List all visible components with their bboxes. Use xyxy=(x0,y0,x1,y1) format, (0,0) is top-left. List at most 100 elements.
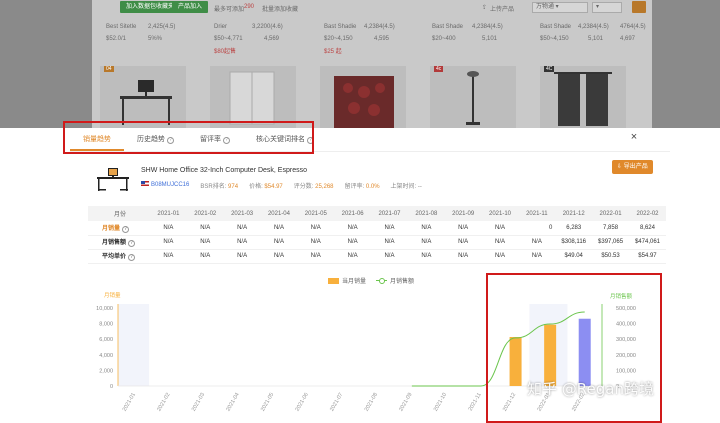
right-axis-title: 月销售额 xyxy=(610,292,633,300)
upload-icon: ⇪ xyxy=(482,5,488,11)
x-tick-label: 2021-06 xyxy=(295,392,310,412)
column-header: 2021-12 xyxy=(555,206,593,221)
help-icon: ? xyxy=(223,137,230,144)
table-row: 月销量? N/A N/A N/A N/A N/A N/A N/A N/A N/A N/A 0 6,283… xyxy=(88,221,666,236)
product-image-curtain[interactable] xyxy=(540,66,626,128)
tile-price: $25 起 xyxy=(324,49,342,55)
table-cell: $474,061 xyxy=(628,235,666,250)
table-cell: N/A xyxy=(334,235,372,250)
x-tick-label: 2021-03 xyxy=(191,392,206,412)
column-header: 2021-05 xyxy=(297,206,335,221)
table-cell: N/A xyxy=(297,221,335,236)
tile-sub: $50~4,771 xyxy=(214,36,243,42)
product-image-cabinet[interactable] xyxy=(210,66,296,128)
tab-keyword-ranking[interactable]: 核心关键词排名? xyxy=(243,131,327,151)
table-cell: N/A xyxy=(407,235,445,250)
background-orange-button[interactable] xyxy=(632,1,646,13)
meta-rating-count: 评分数: 25,268 xyxy=(293,184,334,190)
row-label: 月销量? xyxy=(88,221,150,236)
table-cell: N/A xyxy=(407,249,445,264)
table-cell: N/A xyxy=(444,249,482,264)
right-tick-label: 200,000 xyxy=(616,353,636,359)
tab-sales-trend[interactable]: 销量趋势 xyxy=(70,131,124,151)
tile-rating: 4,697 xyxy=(620,36,636,42)
meta-bsr: BSR排名: 974 xyxy=(200,184,239,190)
meta-label: 评分数 xyxy=(293,184,312,190)
product-image-roses[interactable] xyxy=(320,66,406,128)
tab-review-rate[interactable]: 留评率? xyxy=(187,131,243,151)
tile-name: Drier xyxy=(214,24,227,30)
meta-label: 价格 xyxy=(249,184,262,190)
left-tick-label: 6,000 xyxy=(99,337,113,343)
column-header: 2021-02 xyxy=(186,206,224,221)
column-header: 2021-08 xyxy=(407,206,445,221)
left-tick-label: 2,000 xyxy=(99,368,113,374)
add-product-button[interactable]: 产品加入 xyxy=(172,1,209,13)
right-tick-label: 400,000 xyxy=(616,322,636,328)
upload-label[interactable]: 上传产品 xyxy=(490,4,514,13)
tab-history-trend[interactable]: 历史趋势? xyxy=(124,131,187,151)
tab-label: 核心关键词排名 xyxy=(256,136,305,143)
meta-value: $54.97 xyxy=(264,184,283,190)
tile-name: Bast Shade xyxy=(432,24,464,30)
meta-value: 25,268 xyxy=(315,184,334,190)
meta-price: 价格: $54.97 xyxy=(249,184,283,190)
left-tick-label: 4,000 xyxy=(99,353,113,359)
right-tick-label: 500,000 xyxy=(616,306,636,312)
product-image-lamp[interactable] xyxy=(430,66,516,128)
background-select[interactable]: 万物通 ▾ xyxy=(532,2,588,13)
table-cell: N/A xyxy=(481,249,519,264)
tile-price: $80起售 xyxy=(214,49,237,55)
add-to-favorites-button[interactable]: 加入数据包收藏夹 xyxy=(120,1,181,13)
tile-name: Bast Shadie xyxy=(324,24,357,30)
tile-rating: 4,595 xyxy=(374,36,390,42)
table-cell: N/A xyxy=(371,235,408,250)
table-cell: N/A xyxy=(481,221,519,236)
tile-name: Bast Shade xyxy=(540,24,572,30)
x-tick-label: 2021-12 xyxy=(502,392,517,412)
bar xyxy=(509,336,522,386)
asin[interactable]: B08MUJCC16 xyxy=(141,181,189,190)
column-header: 2021-01 xyxy=(150,206,187,221)
table-cell: $54.97 xyxy=(628,249,666,264)
table-cell: N/A xyxy=(444,221,482,236)
background-select-2[interactable]: ▾ xyxy=(592,2,622,13)
bar xyxy=(544,324,557,386)
column-header: 2021-03 xyxy=(223,206,261,221)
x-tick-label: 2021-09 xyxy=(398,392,413,412)
close-icon[interactable]: × xyxy=(628,131,640,143)
tile-name: Best Sitetle xyxy=(106,24,137,30)
product-image-desk[interactable] xyxy=(100,66,186,128)
product-thumbnail xyxy=(96,164,130,192)
meta-label: 留评率 xyxy=(344,184,363,190)
sales-table: 月份 2021-01 2021-02 2021-03 2021-04 2021-05 20… xyxy=(88,206,666,264)
row-label: 平均单价? xyxy=(88,249,150,264)
row-label-text: 月销量 xyxy=(102,225,121,232)
table-cell: N/A xyxy=(297,235,335,250)
counter-value: 290 xyxy=(244,4,255,10)
tile-code: 4,2384(4.5) xyxy=(364,24,395,30)
hover-band xyxy=(118,304,150,386)
row-label-text: 平均单价 xyxy=(102,254,127,260)
table-cell: $50.53 xyxy=(592,249,629,264)
table-cell: 7,858 xyxy=(592,221,629,236)
meta-value: 0.0% xyxy=(365,184,380,190)
left-tick-label: 8,000 xyxy=(99,322,113,328)
table-cell: N/A xyxy=(260,249,298,264)
table-cell: N/A xyxy=(481,235,519,250)
sales-chart: 月销量 月销售额 10,000 8,000 6,000 4,000 2,000 0 500,00… xyxy=(96,291,636,412)
left-tick-label: 0 xyxy=(110,384,113,390)
export-product-button[interactable]: ⇩ 导出产品 xyxy=(612,160,653,174)
tile-tag: 04 xyxy=(104,66,114,72)
asin-link[interactable]: B08MUJCC16 xyxy=(151,182,189,188)
table-cell: 0 xyxy=(518,221,556,236)
tab-label: 留评率 xyxy=(200,136,221,143)
meta-value: 974 xyxy=(228,184,239,190)
background-toolbar: 加入数据包收藏夹 产品加入 最多可添加 290 批量添加收藏 ⇪ 上传产品 万物… xyxy=(92,0,652,16)
tile-sub: $20~4,150 xyxy=(324,36,353,42)
right-tick-label: 100,000 xyxy=(616,368,636,374)
product-meta: B08MUJCC16 BSR排名: 974 价格: $54.97 评分数: 25… xyxy=(141,181,422,190)
batch-favorite-link[interactable]: 批量添加收藏 xyxy=(262,4,298,13)
tile-sub: $20~400 xyxy=(432,36,456,42)
x-tick-label: 2021-11 xyxy=(468,392,483,412)
